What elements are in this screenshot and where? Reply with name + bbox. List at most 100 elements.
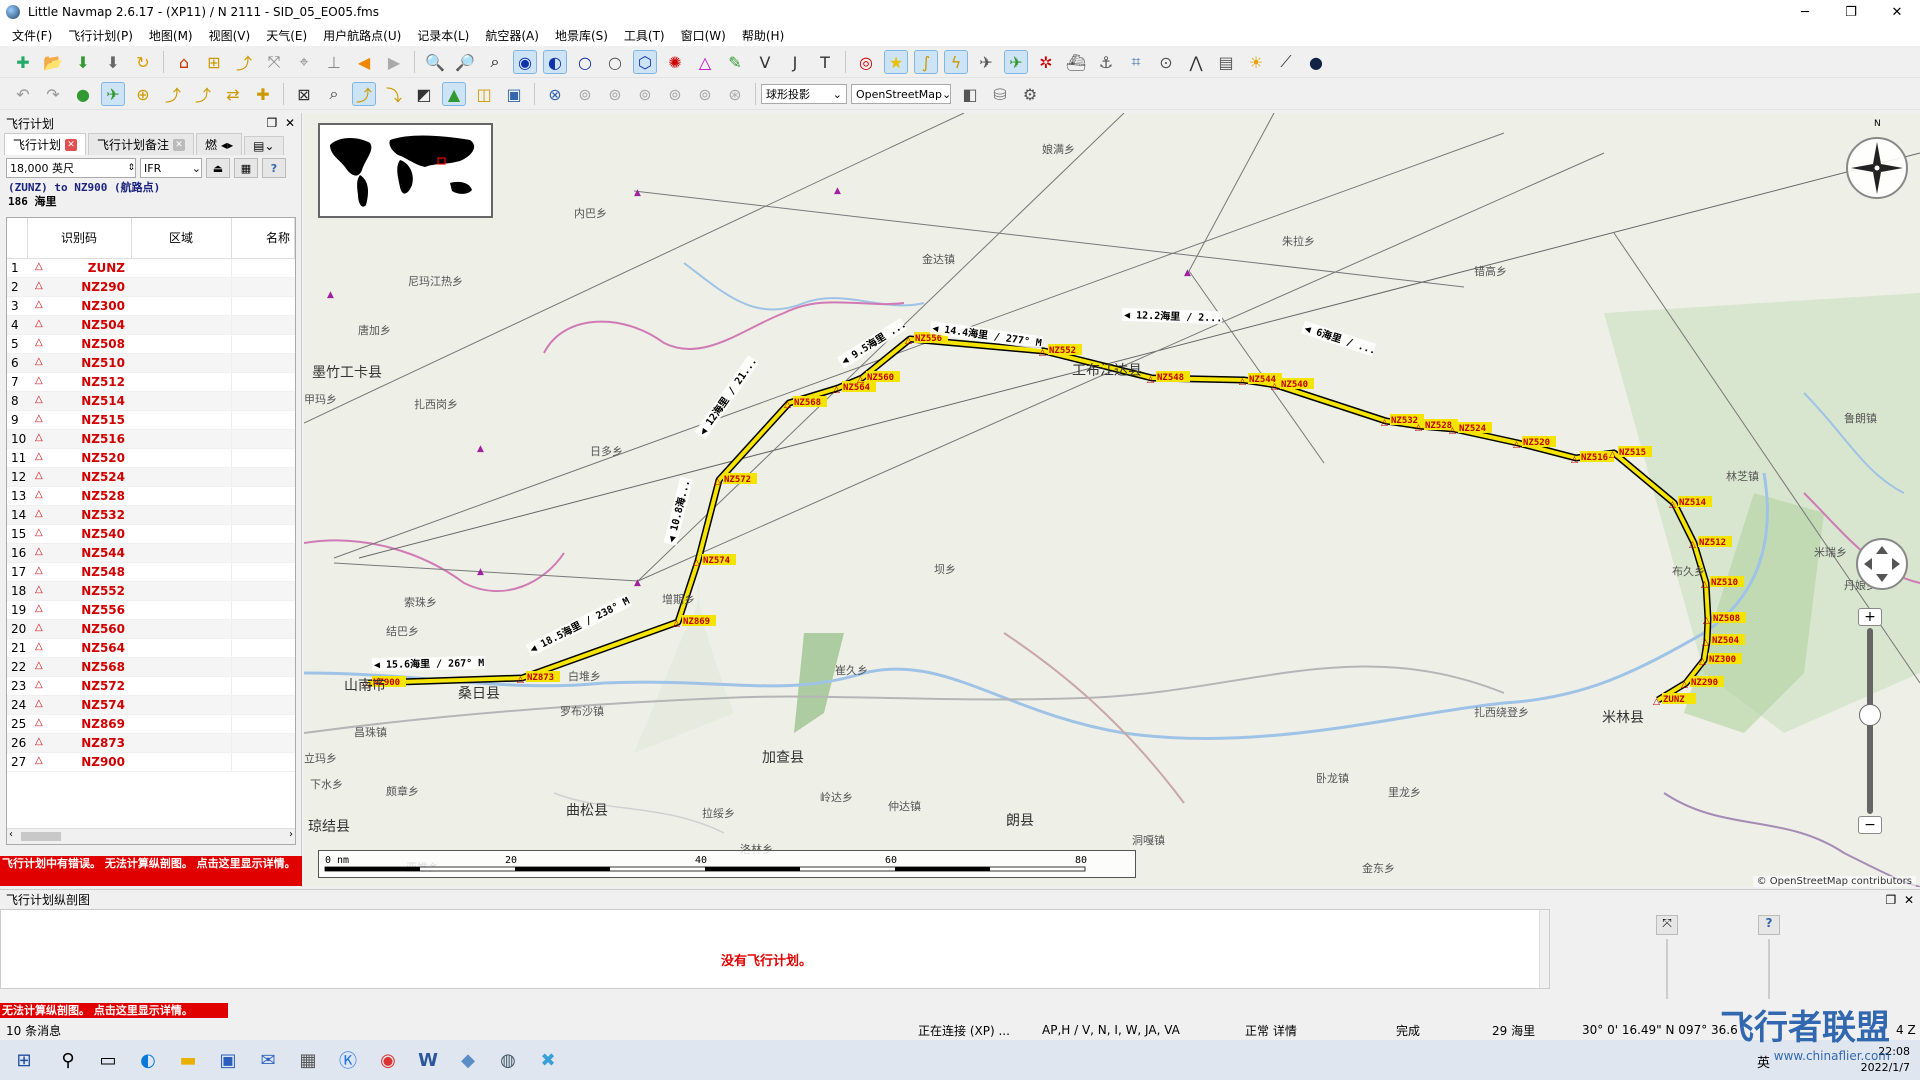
- route-vor-icon[interactable]: ✈: [101, 82, 125, 106]
- waypoint-triangle-icon[interactable]: △: [1415, 423, 1422, 433]
- waypoint-label[interactable]: NZ552: [1048, 344, 1082, 356]
- close-icon[interactable]: ✕: [1904, 893, 1914, 907]
- tab-menu[interactable]: ▤⌄: [244, 136, 284, 155]
- route-calc-icon[interactable]: ●: [71, 82, 95, 106]
- waypoint-triangle-icon[interactable]: △: [784, 400, 791, 410]
- grid-icon[interactable]: ⌗: [1124, 50, 1148, 74]
- route-add-icon[interactable]: ⊕: [131, 82, 155, 106]
- table-row[interactable]: 25 △ NZ869: [7, 714, 295, 734]
- zoom-in-icon[interactable]: 🔍: [423, 50, 447, 74]
- zoom-in-button[interactable]: +: [1858, 608, 1882, 626]
- table-row[interactable]: 9 △ NZ515: [7, 410, 295, 430]
- float-icon[interactable]: ❐: [1886, 893, 1897, 907]
- scrollbar-thumb[interactable]: [21, 832, 61, 841]
- table-row[interactable]: 12 △ NZ524: [7, 467, 295, 487]
- map-route-icon[interactable]: ⤧: [262, 50, 286, 74]
- k-app-icon[interactable]: Ⓚ: [328, 1040, 368, 1080]
- waypoint-label[interactable]: NZ869: [682, 615, 716, 627]
- expand-icon[interactable]: ⤧: [1656, 915, 1678, 935]
- menu-userpoints[interactable]: 用户航路点(U): [315, 27, 409, 44]
- table-row[interactable]: 24 △ NZ574: [7, 695, 295, 715]
- table-row[interactable]: 19 △ NZ556: [7, 600, 295, 620]
- waypoint-triangle-icon[interactable]: △: [1609, 450, 1616, 460]
- search-icon[interactable]: ⚲: [48, 1040, 88, 1080]
- menu-tools[interactable]: 工具(T): [616, 27, 673, 44]
- close-icon[interactable]: ✕: [173, 138, 186, 151]
- calendar-icon[interactable]: ▦: [234, 158, 258, 178]
- zoom-out-icon[interactable]: 🔎: [453, 50, 477, 74]
- airport-filter2-icon[interactable]: ⊚: [603, 82, 627, 106]
- airport-filter5-icon[interactable]: ⊚: [693, 82, 717, 106]
- waypoint-triangle-icon[interactable]: △: [1699, 657, 1706, 667]
- waypoint-triangle-icon[interactable]: ▲: [477, 567, 484, 577]
- download-icon[interactable]: ⬇: [71, 50, 95, 74]
- search-icon[interactable]: ⌕: [322, 82, 346, 106]
- elevation-icon[interactable]: ▤: [1214, 50, 1238, 74]
- route-direct-icon[interactable]: ⤴: [161, 82, 185, 106]
- redo-icon[interactable]: ↷: [41, 82, 65, 106]
- vertical-slider[interactable]: [1768, 939, 1770, 999]
- close-button[interactable]: ✕: [1874, 0, 1920, 24]
- zoom-slider[interactable]: + −: [1858, 608, 1882, 838]
- wind-icon[interactable]: ⟋: [1274, 50, 1298, 74]
- waypoint-label[interactable]: NZ514: [1678, 496, 1712, 508]
- minimize-button[interactable]: ─: [1782, 0, 1828, 24]
- vertical-slider[interactable]: [1666, 939, 1668, 999]
- profile-error-banner[interactable]: 无法计算纵剖图。 点击这里显示详情。: [0, 1003, 228, 1018]
- waypoint-triangle-icon[interactable]: △: [1689, 540, 1696, 550]
- undo-icon[interactable]: ↶: [11, 82, 35, 106]
- column-header-region[interactable]: 区域: [131, 218, 232, 259]
- layer-icon[interactable]: ◫: [472, 82, 496, 106]
- map-view[interactable]: ▲ ▲ ▲ ▲ ▲ ▲ ▲ △ NZ900 △ NZ873 △ NZ869 △ NZ574 △ N…: [304, 113, 1920, 887]
- flight-path-icon[interactable]: ∫: [914, 50, 938, 74]
- float-icon[interactable]: ❐: [267, 116, 278, 130]
- forward-icon[interactable]: ▶: [382, 50, 406, 74]
- menu-help[interactable]: 帮助(H): [734, 27, 792, 44]
- empty-circle-icon[interactable]: ○: [603, 50, 627, 74]
- pen-icon[interactable]: ✎: [723, 50, 747, 74]
- ai-ship-icon[interactable]: ⚓: [1094, 50, 1118, 74]
- back-icon[interactable]: ◀: [352, 50, 376, 74]
- v-route-icon[interactable]: V: [753, 50, 777, 74]
- open-file-icon[interactable]: 📂: [41, 50, 65, 74]
- compass-rose[interactable]: N: [1846, 119, 1908, 199]
- tab-flight-plan[interactable]: 飞行计划 ✕: [4, 133, 87, 155]
- waypoint-label[interactable]: NZ510: [1710, 576, 1744, 588]
- waypoint-triangle-icon[interactable]: △: [905, 336, 912, 346]
- ai-aircraft-icon[interactable]: ✲: [1034, 50, 1058, 74]
- table-row[interactable]: 4 △ NZ504: [7, 315, 295, 335]
- waypoint-label[interactable]: NZ873: [526, 671, 560, 683]
- close-map-icon[interactable]: ⊠: [292, 82, 316, 106]
- table-row[interactable]: 6 △ NZ510: [7, 353, 295, 373]
- table-row[interactable]: 13 △ NZ528: [7, 486, 295, 506]
- table-row[interactable]: 21 △ NZ564: [7, 638, 295, 658]
- waypoint-triangle-icon[interactable]: △: [1571, 455, 1578, 465]
- task-view-icon[interactable]: ▭: [88, 1040, 128, 1080]
- triangle-icon[interactable]: △: [693, 50, 717, 74]
- waypoint-triangle-icon[interactable]: △: [833, 385, 840, 395]
- menu-map[interactable]: 地图(M): [141, 27, 201, 44]
- word-icon[interactable]: W: [408, 1040, 448, 1080]
- status-messages[interactable]: 10 条消息: [6, 1022, 61, 1039]
- table-row[interactable]: 1 △ ZUNZ: [7, 258, 295, 278]
- menu-file[interactable]: 文件(F): [4, 27, 60, 44]
- text-icon[interactable]: ◩: [412, 82, 436, 106]
- pan-control[interactable]: [1856, 538, 1908, 590]
- settings-gear-icon[interactable]: ⚙: [1018, 82, 1042, 106]
- tab-fuel[interactable]: 燃 ◂▸: [196, 133, 243, 155]
- menu-aircraft[interactable]: 航空器(A): [477, 27, 547, 44]
- file-explorer-icon[interactable]: ▬: [168, 1040, 208, 1080]
- flight-plan-error-banner[interactable]: 飞行计划中有错误。 无法计算纵剖图。 点击这里显示详情。: [0, 856, 302, 886]
- save-icon[interactable]: ⬇: [101, 50, 125, 74]
- waypoint-triangle-icon[interactable]: △: [1513, 440, 1520, 450]
- database-icon[interactable]: ⛁: [988, 82, 1012, 106]
- t-route-icon[interactable]: T: [813, 50, 837, 74]
- dme-icon[interactable]: ⊗: [543, 82, 567, 106]
- route-airway-icon[interactable]: ⤴: [191, 82, 215, 106]
- windows-start-icon[interactable]: ⊞: [0, 1040, 48, 1080]
- table-row[interactable]: 10 △ NZ516: [7, 429, 295, 449]
- ndb-icon[interactable]: ◐: [543, 50, 567, 74]
- waypoint-triangle-icon[interactable]: ▲: [634, 578, 641, 588]
- help-icon[interactable]: ?: [262, 158, 286, 178]
- waypoint-label[interactable]: NZ520: [1522, 436, 1556, 448]
